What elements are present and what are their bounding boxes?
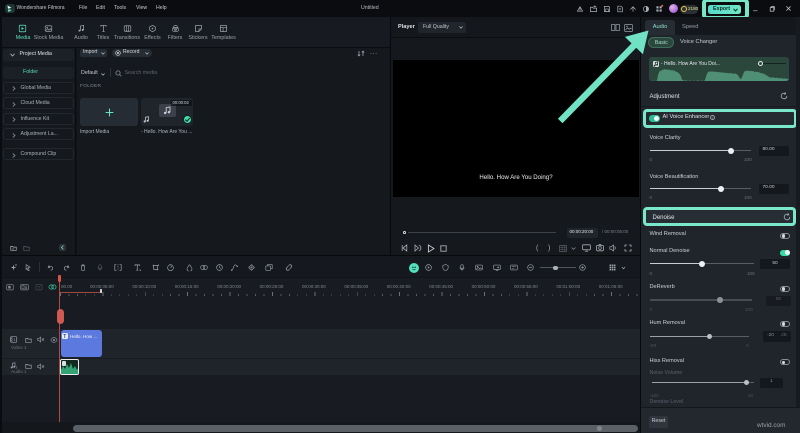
svg-text:1: 1	[13, 337, 15, 342]
svg-text:T: T	[63, 334, 66, 339]
